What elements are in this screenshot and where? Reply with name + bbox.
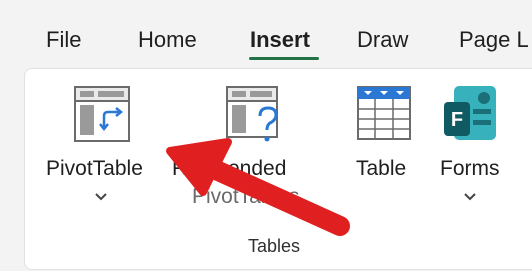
- recommended-pivottables-button[interactable]: R mmended PivotTables: [168, 78, 340, 218]
- tab-home[interactable]: Home: [138, 27, 197, 53]
- table-icon: [357, 86, 411, 140]
- chevron-down-icon: [464, 193, 476, 201]
- tab-draw[interactable]: Draw: [357, 27, 408, 53]
- forms-button[interactable]: F Forms: [432, 78, 508, 218]
- tab-insert[interactable]: Insert: [250, 27, 310, 53]
- recommended-pivottables-label-line1: R mmended: [172, 157, 287, 180]
- tab-page-layout[interactable]: Page L: [459, 27, 529, 53]
- chevron-down-icon: [95, 193, 107, 201]
- recommended-pivottables-label-line2: PivotTables: [192, 185, 300, 208]
- table-button[interactable]: Table: [346, 78, 422, 218]
- pivottable-button[interactable]: PivotTable: [40, 78, 164, 218]
- pivottable-label: PivotTable: [46, 157, 143, 180]
- recommended-pivottables-icon: [226, 86, 278, 142]
- forms-icon: F: [444, 86, 496, 140]
- pivottable-icon: [74, 86, 130, 142]
- active-tab-underline: [249, 57, 319, 60]
- tables-group-label: Tables: [248, 236, 301, 256]
- svg-text:F: F: [451, 109, 463, 131]
- ribbon-tab-bar: File Home Insert Draw Page L: [0, 0, 532, 66]
- forms-label: Forms: [440, 157, 500, 180]
- table-label: Table: [356, 157, 407, 180]
- tab-file[interactable]: File: [46, 27, 81, 53]
